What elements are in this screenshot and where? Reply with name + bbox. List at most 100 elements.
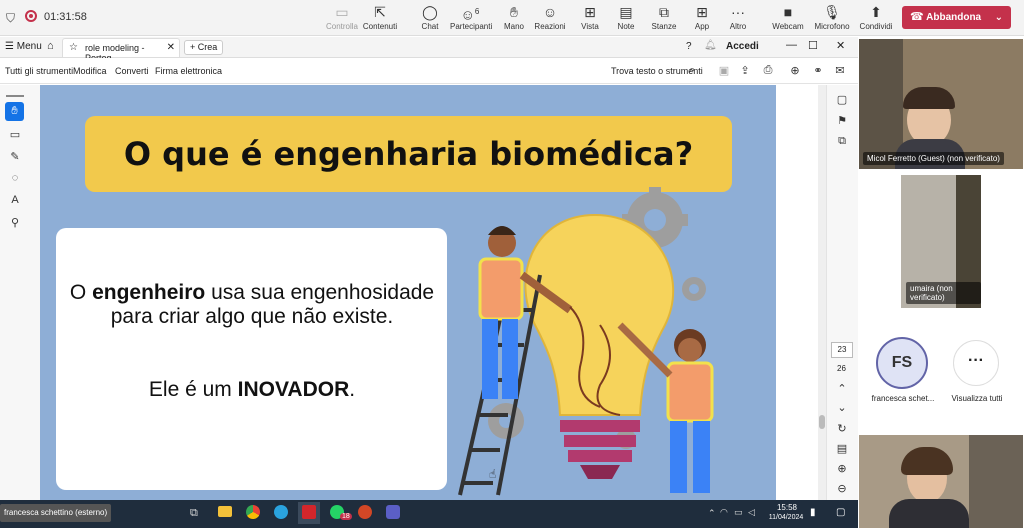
stamp-icon[interactable]: ⚲ bbox=[7, 216, 23, 229]
chat-icon: ◯ bbox=[422, 4, 438, 20]
windows-taskbar: francesca schettino (esterno) ⧉ 18 ⌃ ◠ ▭… bbox=[0, 500, 858, 528]
meeting-button-label: Microfono bbox=[814, 22, 850, 31]
leave-label: Abbandona bbox=[926, 12, 982, 23]
meeting-button-webcam[interactable]: ■ Webcam bbox=[768, 2, 808, 31]
avatar[interactable]: FS bbox=[876, 337, 928, 389]
text-box-icon[interactable]: A bbox=[7, 194, 23, 206]
home-icon[interactable]: ⌂ bbox=[47, 40, 54, 52]
clock-date[interactable]: 11/04/2024 bbox=[763, 514, 809, 521]
rooms-icon: ⧉ bbox=[659, 4, 669, 20]
bookmark-icon[interactable]: ⚑ bbox=[834, 114, 850, 127]
clock-time[interactable]: 15:58 bbox=[770, 503, 804, 512]
page-up-icon[interactable]: ⌃ bbox=[834, 382, 850, 395]
participants-count: 6 bbox=[474, 7, 480, 16]
maximize-icon[interactable]: ☐ bbox=[808, 39, 818, 52]
link-icon[interactable]: ⚭ bbox=[810, 64, 826, 77]
volume-icon[interactable]: ◁ bbox=[748, 507, 755, 518]
taskview-icon[interactable]: ⧉ bbox=[190, 507, 198, 520]
mic-off-icon: 🎙︎ bbox=[823, 4, 841, 20]
paragraph-1: O engenheiro usa sua engenhosidade para … bbox=[69, 281, 435, 328]
lasso-icon[interactable]: ◌ bbox=[7, 172, 23, 184]
tool-menu-item[interactable]: Converti bbox=[115, 66, 149, 76]
comment-icon[interactable]: ▭ bbox=[7, 128, 23, 141]
menu-button[interactable]: ☰ Menu bbox=[5, 41, 42, 52]
hand-tool-icon[interactable]: ✋︎ bbox=[5, 102, 24, 121]
battery-icon[interactable]: ▭ bbox=[734, 507, 743, 518]
chevron-down-icon[interactable]: ⌄ bbox=[995, 6, 1003, 29]
participants-panel: Micol Ferretto (Guest) (non verificato) … bbox=[858, 37, 1024, 528]
more-participants-icon[interactable]: ··· bbox=[953, 340, 999, 386]
pages-icon[interactable]: ⧉ bbox=[834, 135, 850, 148]
slide-title: O que é engenharia biomédica? bbox=[123, 135, 694, 173]
plus-icon: ⊞ bbox=[696, 4, 708, 20]
upload-icon[interactable]: ⇪ bbox=[737, 64, 753, 77]
zoom-search-icon[interactable]: ⊕ bbox=[787, 64, 803, 77]
leave-button[interactable]: ☎ Abbandona ⌄ bbox=[902, 6, 1011, 29]
telegram-icon[interactable] bbox=[274, 505, 288, 519]
meeting-button-label: Chat bbox=[421, 22, 439, 31]
meeting-button-label: Partecipanti bbox=[450, 22, 493, 31]
zoom-out-icon[interactable]: ⊖ bbox=[834, 482, 850, 495]
gear-small-icon bbox=[682, 277, 706, 301]
scroll-thumb[interactable] bbox=[819, 415, 825, 429]
acrobat-icon[interactable] bbox=[302, 505, 316, 519]
meeting-button-partecipanti[interactable]: ☺6 Partecipanti bbox=[450, 2, 493, 31]
meeting-button-stanze[interactable]: ⧉ Stanze bbox=[644, 2, 684, 31]
star-icon[interactable]: ☆ bbox=[69, 42, 78, 53]
meeting-button-label: Condividi bbox=[859, 22, 893, 31]
video-tile-2[interactable]: umaira (non verificato) bbox=[901, 175, 981, 308]
minimize-icon[interactable]: — bbox=[786, 39, 797, 51]
meeting-button-contenuti[interactable]: ⇱ Contenuti bbox=[360, 2, 400, 31]
meeting-button-reazioni[interactable]: ☺ Reazioni bbox=[530, 2, 570, 31]
page-number-input[interactable]: 23 bbox=[831, 342, 853, 358]
document-icon[interactable]: ▤ bbox=[834, 442, 850, 455]
signal-icon[interactable]: ▮ bbox=[810, 507, 816, 518]
tool-menu-item[interactable]: Tutti gli strumenti bbox=[5, 66, 73, 76]
meeting-button-altro[interactable]: ··· Altro bbox=[718, 2, 758, 31]
meeting-button-microfono[interactable]: 🎙︎ Microfono bbox=[812, 2, 852, 31]
bulb-base bbox=[560, 420, 640, 462]
notification-icon[interactable]: ▢ bbox=[836, 507, 845, 518]
people-icon: ☺6 bbox=[460, 6, 480, 23]
create-tab-button[interactable]: + Crea bbox=[184, 40, 224, 55]
meeting-button-vista[interactable]: ⊞ Vista bbox=[570, 2, 610, 31]
participant-name: umaira (non verificato) bbox=[906, 282, 981, 304]
comments-panel-icon[interactable]: ▢ bbox=[834, 93, 850, 106]
powerpoint-icon[interactable] bbox=[358, 505, 372, 519]
close-window-icon[interactable]: ✕ bbox=[836, 39, 845, 52]
video-tile-1[interactable]: Micol Ferretto (Guest) (non verificato) bbox=[859, 39, 1023, 169]
meeting-button-mano[interactable]: ✋︎ Mano bbox=[494, 2, 534, 31]
mail-icon[interactable]: ✉ bbox=[832, 64, 848, 77]
share-content-icon: ⇱ bbox=[374, 4, 386, 20]
tray-chevron-icon[interactable]: ⌃ bbox=[708, 508, 716, 519]
bell-icon[interactable]: 🔔︎ bbox=[704, 40, 717, 51]
meeting-button-app[interactable]: ⊞ App bbox=[682, 2, 722, 31]
whatsapp-badge: 18 bbox=[340, 513, 352, 520]
document-tab[interactable]: ☆ role modeling - Portog... ✕ bbox=[62, 38, 180, 63]
teams-icon[interactable] bbox=[386, 505, 400, 519]
meeting-button-condividi[interactable]: ⬆ Condividi bbox=[856, 2, 896, 31]
close-tab-icon[interactable]: ✕ bbox=[167, 42, 175, 53]
view-all-link[interactable]: Visualizza tutti bbox=[946, 394, 1008, 403]
print-icon[interactable]: ⎙ bbox=[760, 64, 776, 77]
pen-icon[interactable]: ✎ bbox=[7, 150, 23, 163]
tool-menu-item[interactable]: Modifica bbox=[73, 66, 107, 76]
participant-name: Micol Ferretto (Guest) (non verificato) bbox=[863, 152, 1004, 165]
page-down-icon[interactable]: ⌄ bbox=[834, 401, 850, 414]
tool-menu-item[interactable]: Firma elettronica bbox=[155, 66, 222, 76]
signin-link[interactable]: Accedi bbox=[726, 41, 759, 52]
scrollbar[interactable] bbox=[818, 85, 826, 500]
save-icon[interactable]: ▣ bbox=[716, 64, 732, 77]
video-tile-3[interactable] bbox=[859, 435, 1023, 528]
rotate-icon[interactable]: ↻ bbox=[834, 422, 850, 435]
meeting-button-chat[interactable]: ◯ Chat bbox=[410, 2, 450, 31]
meeting-button-controlla[interactable]: ▭ Controlla bbox=[322, 2, 362, 31]
wifi-icon[interactable]: ◠ bbox=[720, 507, 728, 518]
chrome-icon[interactable] bbox=[246, 505, 260, 519]
zoom-in-icon[interactable]: ⊕ bbox=[834, 462, 850, 475]
meeting-button-label: Altro bbox=[729, 22, 747, 31]
search-icon[interactable]: ⌕ bbox=[689, 64, 695, 77]
meeting-button-note[interactable]: ▤ Note bbox=[606, 2, 646, 31]
help-icon[interactable]: ? bbox=[686, 41, 692, 52]
folder-icon[interactable] bbox=[218, 506, 232, 517]
